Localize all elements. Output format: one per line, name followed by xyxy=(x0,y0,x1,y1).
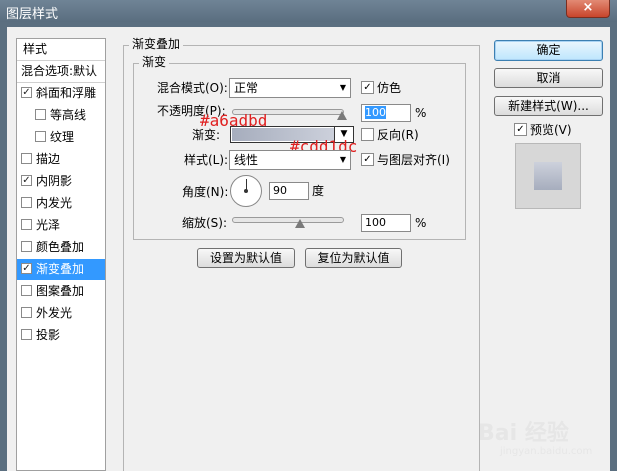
blend-mode-select[interactable]: 正常 ▼ xyxy=(229,78,351,98)
style-item-label: 投影 xyxy=(36,328,61,342)
style-item-label: 等高线 xyxy=(50,108,87,122)
ok-button[interactable]: 确定 xyxy=(494,40,603,61)
style-item-label: 光泽 xyxy=(36,218,61,232)
scale-slider[interactable] xyxy=(232,217,344,223)
style-item-checkbox[interactable]: ✓ xyxy=(21,263,32,274)
style-item-label: 内阴影 xyxy=(36,174,73,188)
angle-label: 角度(N): xyxy=(182,185,229,199)
style-item-label: 外发光 xyxy=(36,306,73,320)
style-item[interactable]: 内发光 xyxy=(17,193,105,214)
window-title: 图层样式 xyxy=(6,7,59,22)
preview-swatch xyxy=(534,162,562,190)
style-item-label: 描边 xyxy=(36,152,61,166)
chevron-down-icon: ▼ xyxy=(339,155,346,164)
styles-list: 样式 混合选项:默认 ✓ 斜面和浮雕等高线纹理描边 ✓ 内阴影内发光光泽颜色叠加 ✓ 渐变… xyxy=(16,38,106,471)
watermark-url: jingyan.baidu.com xyxy=(500,446,593,457)
style-item-checkbox[interactable] xyxy=(35,131,46,142)
style-item-label: 渐变叠加 xyxy=(36,262,85,276)
style-item[interactable]: 图案叠加 xyxy=(17,281,105,302)
group-title: 渐变 xyxy=(139,55,170,69)
style-item[interactable]: 描边 xyxy=(17,149,105,170)
style-item-checkbox[interactable] xyxy=(35,109,46,120)
style-item-checkbox[interactable] xyxy=(21,307,32,318)
opacity-unit: % xyxy=(415,106,427,120)
style-item[interactable]: ✓ 渐变叠加 xyxy=(17,259,105,280)
annotation-color-1: #a6adbd xyxy=(200,111,268,130)
style-item-label: 斜面和浮雕 xyxy=(36,86,97,100)
new-style-button[interactable]: 新建样式(W)... xyxy=(494,96,603,116)
style-item-label: 颜色叠加 xyxy=(36,240,85,254)
dither-label: 仿色 xyxy=(377,81,402,95)
preview-checkbox[interactable]: ✓ xyxy=(514,123,527,136)
style-item-label: 纹理 xyxy=(50,130,75,144)
blending-options-item[interactable]: 混合选项:默认 xyxy=(17,61,105,83)
style-item-checkbox[interactable] xyxy=(21,285,32,296)
style-item-checkbox[interactable]: ✓ xyxy=(21,175,32,186)
styles-header[interactable]: 样式 xyxy=(17,39,105,61)
blend-mode-label: 混合模式(O): xyxy=(157,81,228,95)
style-label: 样式(L): xyxy=(184,153,229,167)
reverse-label: 反向(R) xyxy=(377,128,419,142)
style-item[interactable]: 颜色叠加 xyxy=(17,237,105,258)
preview-label: 预览(V) xyxy=(530,123,572,137)
style-item-checkbox[interactable] xyxy=(21,153,32,164)
reset-default-button[interactable]: 复位为默认值 xyxy=(305,248,402,268)
opacity-slider-thumb[interactable] xyxy=(337,111,347,120)
style-item[interactable]: 投影 xyxy=(17,325,105,346)
scale-slider-thumb[interactable] xyxy=(295,219,305,228)
section-title: 渐变叠加 xyxy=(129,37,184,51)
dither-checkbox[interactable]: ✓ xyxy=(361,81,374,94)
close-button[interactable]: × xyxy=(566,0,610,18)
scale-unit: % xyxy=(415,216,427,230)
style-item-checkbox[interactable] xyxy=(21,329,32,340)
title-bar xyxy=(0,0,617,22)
angle-unit: 度 xyxy=(312,184,325,198)
set-default-button[interactable]: 设置为默认值 xyxy=(197,248,295,268)
align-with-layer-checkbox[interactable]: ✓ xyxy=(361,153,374,166)
style-item[interactable]: 光泽 xyxy=(17,215,105,236)
style-item[interactable]: 等高线 xyxy=(17,105,105,126)
style-item[interactable]: 纹理 xyxy=(17,127,105,148)
style-item-checkbox[interactable] xyxy=(21,219,32,230)
angle-dial[interactable] xyxy=(230,175,262,207)
reverse-checkbox[interactable] xyxy=(361,128,374,141)
cancel-button[interactable]: 取消 xyxy=(494,68,603,88)
gradient-label: 渐变: xyxy=(192,128,221,142)
chevron-down-icon: ▼ xyxy=(339,83,346,92)
style-item-checkbox[interactable] xyxy=(21,197,32,208)
style-item[interactable]: ✓ 内阴影 xyxy=(17,171,105,192)
opacity-input[interactable]: 100 xyxy=(361,104,411,122)
scale-label: 缩放(S): xyxy=(182,216,228,230)
style-select[interactable]: 线性 ▼ xyxy=(229,150,351,170)
style-item-label: 内发光 xyxy=(36,196,73,210)
angle-input[interactable]: 90 xyxy=(269,182,309,200)
align-with-layer-label: 与图层对齐(I) xyxy=(377,153,450,167)
style-item[interactable]: 外发光 xyxy=(17,303,105,324)
style-item-checkbox[interactable]: ✓ xyxy=(21,87,32,98)
style-preview xyxy=(515,143,581,209)
scale-input[interactable]: 100 xyxy=(361,214,411,232)
style-item-checkbox[interactable] xyxy=(21,241,32,252)
watermark-logo: Bai 经验 xyxy=(478,421,569,446)
style-item[interactable]: ✓ 斜面和浮雕 xyxy=(17,83,105,104)
style-item-label: 图案叠加 xyxy=(36,284,85,298)
